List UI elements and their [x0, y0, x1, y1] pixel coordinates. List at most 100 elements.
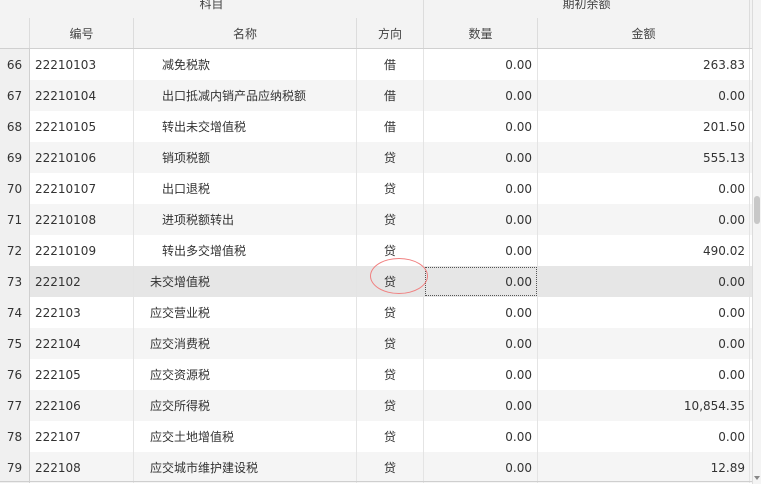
- balance-direction[interactable]: 贷: [357, 235, 424, 266]
- table-row[interactable]: 74 222103 应交营业税 贷 0.00 0.00: [0, 297, 752, 328]
- balance-direction[interactable]: 贷: [357, 297, 424, 328]
- account-name[interactable]: 应交城市维护建设税: [134, 452, 357, 483]
- opening-amount[interactable]: 0.00: [538, 421, 750, 452]
- header-group-row: 科目 期初余额: [0, 0, 752, 19]
- account-name[interactable]: 应交营业税: [134, 297, 357, 328]
- header-direction[interactable]: 方向: [357, 18, 424, 48]
- table-row-selected[interactable]: 73 222102 未交增值税 贷 0.00 0.00: [0, 266, 752, 297]
- account-name[interactable]: 出口退税: [134, 173, 357, 204]
- table-row[interactable]: 71 22210108 进项税额转出 贷 0.00 0.00: [0, 204, 752, 235]
- account-name[interactable]: 应交资源税: [134, 359, 357, 390]
- row-number: 76: [0, 359, 30, 390]
- opening-quantity[interactable]: 0.00: [424, 235, 538, 266]
- table-row[interactable]: 70 22210107 出口退税 贷 0.00 0.00: [0, 173, 752, 204]
- account-name[interactable]: 未交增值税: [134, 266, 357, 297]
- account-name[interactable]: 应交土地增值税: [134, 421, 357, 452]
- balance-direction[interactable]: 贷: [357, 142, 424, 173]
- account-code[interactable]: 22210109: [30, 235, 134, 266]
- opening-quantity[interactable]: 0.00: [424, 142, 538, 173]
- balance-direction[interactable]: 借: [357, 111, 424, 142]
- account-name[interactable]: 销项税额: [134, 142, 357, 173]
- account-code[interactable]: 222107: [30, 421, 134, 452]
- row-number: 77: [0, 390, 30, 421]
- header-code[interactable]: 编号: [30, 18, 134, 48]
- account-name[interactable]: 进项税额转出: [134, 204, 357, 235]
- opening-quantity[interactable]: 0.00: [424, 111, 538, 142]
- opening-amount[interactable]: 0.00: [538, 266, 750, 297]
- opening-quantity[interactable]: 0.00: [424, 390, 538, 421]
- opening-amount[interactable]: 263.83: [538, 49, 750, 80]
- table-row[interactable]: 69 22210106 销项税额 贷 0.00 555.13: [0, 142, 752, 173]
- scroll-down-icon[interactable]: [754, 476, 760, 480]
- account-name[interactable]: 减免税款: [134, 49, 357, 80]
- opening-amount[interactable]: 10,854.35: [538, 390, 750, 421]
- opening-amount[interactable]: 0.00: [538, 328, 750, 359]
- opening-amount[interactable]: 0.00: [538, 80, 750, 111]
- opening-quantity[interactable]: 0.00: [424, 80, 538, 111]
- balance-direction[interactable]: 贷: [357, 266, 424, 297]
- row-number: 75: [0, 328, 30, 359]
- balance-direction[interactable]: 贷: [357, 204, 424, 235]
- table-row[interactable]: 66 22210103 减免税款 借 0.00 263.83: [0, 49, 752, 80]
- row-number: 68: [0, 111, 30, 142]
- opening-amount[interactable]: 490.02: [538, 235, 750, 266]
- account-name[interactable]: 转出多交增值税: [134, 235, 357, 266]
- opening-quantity[interactable]: 0.00: [424, 421, 538, 452]
- balance-direction[interactable]: 贷: [357, 421, 424, 452]
- opening-amount[interactable]: 0.00: [538, 204, 750, 235]
- scrollbar-thumb[interactable]: [754, 196, 760, 224]
- balance-direction[interactable]: 贷: [357, 328, 424, 359]
- opening-quantity[interactable]: 0.00: [424, 297, 538, 328]
- account-code[interactable]: 22210104: [30, 80, 134, 111]
- table-row[interactable]: 67 22210104 出口抵减内销产品应纳税额 借 0.00 0.00: [0, 80, 752, 111]
- table-row[interactable]: 76 222105 应交资源税 贷 0.00 0.00: [0, 359, 752, 390]
- opening-amount[interactable]: 555.13: [538, 142, 750, 173]
- balance-direction[interactable]: 借: [357, 80, 424, 111]
- account-code[interactable]: 22210108: [30, 204, 134, 235]
- account-name[interactable]: 转出未交增值税: [134, 111, 357, 142]
- balance-direction[interactable]: 贷: [357, 390, 424, 421]
- vertical-scrollbar[interactable]: [752, 0, 761, 484]
- account-code[interactable]: 222104: [30, 328, 134, 359]
- opening-quantity[interactable]: 0.00: [424, 204, 538, 235]
- opening-quantity-focused[interactable]: 0.00: [424, 266, 538, 297]
- balance-direction[interactable]: 贷: [357, 359, 424, 390]
- opening-quantity[interactable]: 0.00: [424, 359, 538, 390]
- account-code[interactable]: 222106: [30, 390, 134, 421]
- opening-quantity[interactable]: 0.00: [424, 173, 538, 204]
- account-name[interactable]: 应交消费税: [134, 328, 357, 359]
- account-code[interactable]: 222105: [30, 359, 134, 390]
- row-number: 74: [0, 297, 30, 328]
- header-name[interactable]: 名称: [134, 18, 357, 48]
- account-code[interactable]: 222108: [30, 452, 134, 483]
- opening-quantity[interactable]: 0.00: [424, 452, 538, 483]
- balance-direction[interactable]: 借: [357, 49, 424, 80]
- account-code[interactable]: 222103: [30, 297, 134, 328]
- opening-quantity[interactable]: 0.00: [424, 328, 538, 359]
- account-code[interactable]: 22210105: [30, 111, 134, 142]
- table-row[interactable]: 68 22210105 转出未交增值税 借 0.00 201.50: [0, 111, 752, 142]
- account-code[interactable]: 22210106: [30, 142, 134, 173]
- table-row[interactable]: 75 222104 应交消费税 贷 0.00 0.00: [0, 328, 752, 359]
- opening-quantity[interactable]: 0.00: [424, 49, 538, 80]
- account-code[interactable]: 22210103: [30, 49, 134, 80]
- opening-amount[interactable]: 12.89: [538, 452, 750, 483]
- account-code[interactable]: 222102: [30, 266, 134, 297]
- header-quantity[interactable]: 数量: [424, 18, 538, 48]
- opening-amount[interactable]: 201.50: [538, 111, 750, 142]
- balance-direction[interactable]: 贷: [357, 173, 424, 204]
- table-row[interactable]: 79 222108 应交城市维护建设税 贷 0.00 12.89: [0, 452, 752, 483]
- opening-amount[interactable]: 0.00: [538, 297, 750, 328]
- balance-direction[interactable]: 贷: [357, 452, 424, 483]
- opening-amount[interactable]: 0.00: [538, 173, 750, 204]
- account-name[interactable]: 出口抵减内销产品应纳税额: [134, 80, 357, 111]
- header-amount[interactable]: 金额: [538, 18, 750, 48]
- opening-amount[interactable]: 0.00: [538, 359, 750, 390]
- table-row[interactable]: 78 222107 应交土地增值税 贷 0.00 0.00: [0, 421, 752, 452]
- row-number: 69: [0, 142, 30, 173]
- account-code[interactable]: 22210107: [30, 173, 134, 204]
- table-row[interactable]: 72 22210109 转出多交增值税 贷 0.00 490.02: [0, 235, 752, 266]
- table-row[interactable]: 77 222106 应交所得税 贷 0.00 10,854.35: [0, 390, 752, 421]
- row-number: 73: [0, 266, 30, 297]
- account-name[interactable]: 应交所得税: [134, 390, 357, 421]
